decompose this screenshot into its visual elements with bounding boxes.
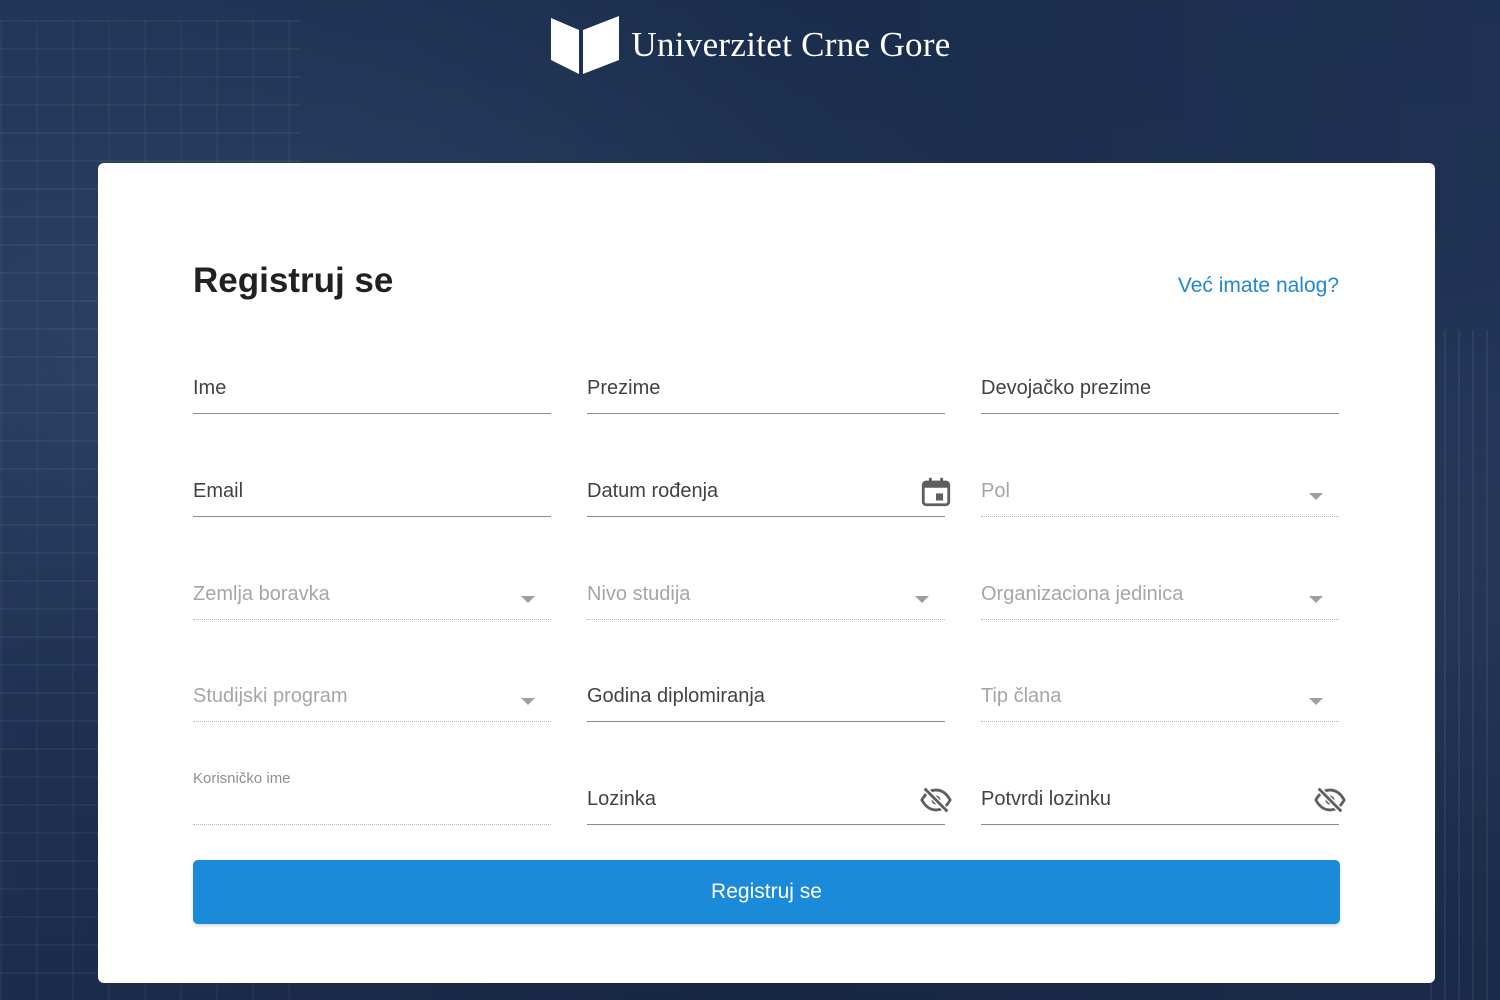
username-field[interactable]: Korisničko ime — [193, 770, 551, 825]
calendar-icon[interactable] — [919, 475, 953, 509]
graduation-year-field[interactable]: Godina diplomiranja — [587, 672, 945, 722]
study-program-label: Studijski program — [193, 685, 348, 707]
graduation-year-label: Godina diplomiranja — [587, 685, 765, 707]
register-button[interactable]: Registruj se — [193, 860, 1340, 924]
org-unit-label: Organizaciona jedinica — [981, 583, 1184, 605]
chevron-down-icon — [1309, 596, 1323, 603]
email-field[interactable]: Email — [193, 467, 551, 517]
maiden-name-field[interactable]: Devojačko prezime — [981, 364, 1339, 414]
background-building-right — [1430, 330, 1500, 1000]
eye-off-icon[interactable] — [919, 783, 953, 817]
eye-off-icon[interactable] — [1313, 783, 1347, 817]
last-name-label: Prezime — [587, 377, 661, 399]
chevron-down-icon — [1309, 493, 1323, 500]
last-name-field[interactable]: Prezime — [587, 364, 945, 414]
birth-date-label: Datum rođenja — [587, 480, 719, 502]
org-unit-select[interactable]: Organizaciona jedinica — [981, 570, 1339, 620]
chevron-down-icon — [521, 596, 535, 603]
maiden-name-label: Devojačko prezime — [981, 377, 1152, 399]
first-name-label: Ime — [193, 377, 227, 399]
username-label: Korisničko ime — [193, 770, 291, 787]
gender-select[interactable]: Pol — [981, 467, 1339, 517]
registration-card: Registruj se Već imate nalog? Ime Prezim… — [98, 163, 1435, 983]
gender-label: Pol — [981, 480, 1010, 502]
birth-date-field[interactable]: Datum rođenja — [587, 467, 951, 517]
login-link[interactable]: Već imate nalog? — [1178, 274, 1339, 298]
study-level-select[interactable]: Nivo studija — [587, 570, 945, 620]
confirm-password-label: Potvrdi lozinku — [981, 788, 1112, 810]
first-name-field[interactable]: Ime — [193, 364, 551, 414]
password-label: Lozinka — [587, 788, 656, 810]
page-title: Registruj se — [193, 261, 394, 300]
brand-name: Univerzitet Crne Gore — [631, 25, 951, 64]
study-level-label: Nivo studija — [587, 583, 691, 605]
member-type-label: Tip člana — [981, 685, 1062, 707]
confirm-password-field[interactable]: Potvrdi lozinku — [981, 775, 1346, 825]
password-field[interactable]: Lozinka — [587, 775, 952, 825]
chevron-down-icon — [915, 596, 929, 603]
chevron-down-icon — [521, 698, 535, 705]
email-label: Email — [193, 480, 244, 502]
member-type-select[interactable]: Tip člana — [981, 672, 1339, 722]
country-label: Zemlja boravka — [193, 583, 330, 605]
chevron-down-icon — [1309, 698, 1323, 705]
header: Univerzitet Crne Gore — [0, 14, 1500, 76]
country-select[interactable]: Zemlja boravka — [193, 570, 551, 620]
study-program-select[interactable]: Studijski program — [193, 672, 551, 722]
open-book-logo-icon — [551, 16, 620, 74]
